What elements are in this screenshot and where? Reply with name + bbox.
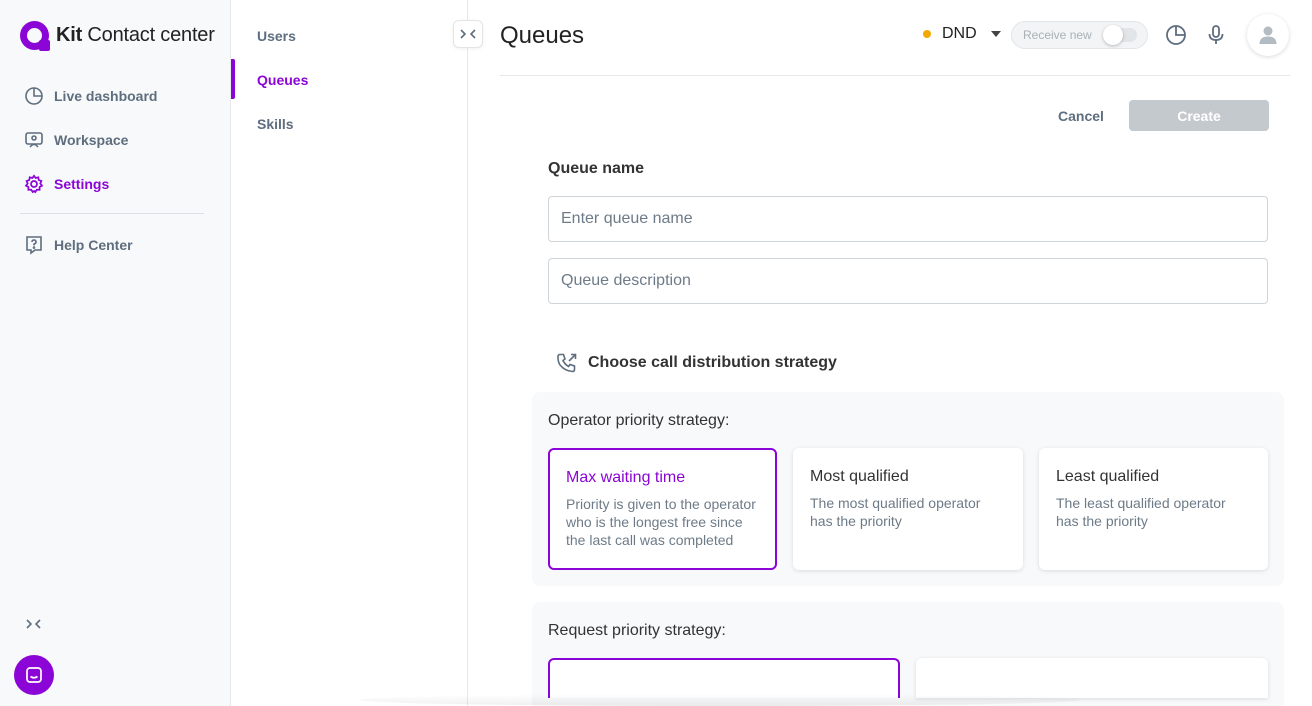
request-option-2[interactable]: [916, 658, 1268, 698]
page-title: Queues: [500, 22, 585, 49]
help-icon: [24, 235, 44, 255]
request-priority-group: Request priority strategy:: [532, 602, 1284, 706]
toggle-switch[interactable]: [1103, 25, 1137, 45]
submenu-item-skills[interactable]: Skills: [257, 116, 294, 132]
option-description: The least qualified operator has the pri…: [1056, 495, 1226, 529]
option-title: Max waiting time: [566, 469, 686, 486]
operator-priority-group: Operator priority strategy: Max waiting …: [532, 392, 1284, 586]
receive-new-label: Receive new: [1023, 28, 1092, 42]
user-icon: [1259, 26, 1277, 44]
chat-icon: [26, 667, 42, 683]
brand-logo[interactable]: Kit Contact center: [20, 21, 215, 51]
header-divider: [500, 75, 1290, 76]
queue-name-label: Queue name: [548, 160, 645, 177]
phone-forward-icon: [557, 353, 577, 373]
request-option-1[interactable]: [548, 658, 900, 698]
operator-priority-title: Operator priority strategy:: [548, 412, 730, 429]
chat-support-button[interactable]: [14, 655, 54, 695]
toggle-submenu-button[interactable]: [453, 20, 483, 48]
app-root: Kit Contact center Live dashboard Worksp…: [0, 0, 1312, 706]
queue-description-input[interactable]: [548, 258, 1268, 304]
sidebar-item-live-dashboard[interactable]: Live dashboard: [24, 86, 157, 106]
option-title: Least qualified: [1056, 468, 1160, 485]
settings-submenu: Users Queues Skills: [231, 0, 468, 706]
brand-name: Kit Contact center: [56, 24, 215, 46]
option-least-qualified[interactable]: Least qualified The least qualified oper…: [1039, 448, 1268, 570]
collapse-icon: [26, 619, 41, 629]
main-content: Queues DND Receive new Cancel Create Que…: [468, 0, 1312, 706]
sidebar-item-label: Settings: [54, 176, 110, 192]
sidebar-item-help-center[interactable]: Help Center: [24, 235, 133, 255]
microphone-button[interactable]: [1205, 24, 1227, 46]
stats-button[interactable]: [1165, 24, 1187, 46]
sidebar-item-label: Live dashboard: [54, 88, 158, 104]
microphone-icon: [1208, 25, 1224, 44]
bottom-fade: [360, 694, 1080, 706]
strategy-heading-text: Choose call distribution strategy: [588, 354, 837, 371]
status-dropdown[interactable]: DND: [923, 25, 1001, 43]
sidebar-item-label: Workspace: [54, 132, 129, 148]
strategy-heading: Choose call distribution strategy: [556, 352, 837, 374]
submenu-item-users[interactable]: Users: [257, 28, 296, 44]
cancel-button[interactable]: Cancel: [1044, 100, 1118, 131]
status-label: DND: [942, 25, 977, 42]
collapse-sidebar-button[interactable]: [24, 614, 44, 634]
option-description: Priority is given to the operator who is…: [566, 496, 756, 548]
submenu-item-queues[interactable]: Queues: [257, 72, 308, 88]
option-most-qualified[interactable]: Most qualified The most qualified operat…: [793, 448, 1023, 570]
active-indicator: [231, 59, 235, 99]
status-dot: [923, 30, 931, 38]
chevron-down-icon: [990, 31, 1001, 37]
option-title: Most qualified: [810, 468, 909, 485]
receive-new-toggle[interactable]: Receive new: [1011, 21, 1148, 49]
option-description: The most qualified operator has the prio…: [810, 495, 981, 529]
gear-icon: [24, 174, 44, 194]
logo-icon: [20, 21, 50, 51]
create-button[interactable]: Create: [1129, 100, 1269, 131]
sidebar-item-label: Help Center: [54, 237, 133, 253]
sidebar-divider: [20, 213, 204, 214]
queue-name-input[interactable]: [548, 196, 1268, 242]
collapse-icon: [460, 29, 476, 39]
option-max-waiting-time[interactable]: Max waiting time Priority is given to th…: [548, 448, 777, 570]
request-priority-title: Request priority strategy:: [548, 622, 726, 639]
sidebar-item-workspace[interactable]: Workspace: [24, 130, 128, 150]
user-avatar-button[interactable]: [1247, 14, 1289, 56]
pie-chart-icon: [24, 86, 44, 106]
sidebar-item-settings[interactable]: Settings: [24, 174, 109, 194]
sidebar: Kit Contact center Live dashboard Worksp…: [0, 0, 231, 706]
workspace-icon: [24, 130, 44, 150]
pie-chart-icon: [1166, 25, 1186, 45]
